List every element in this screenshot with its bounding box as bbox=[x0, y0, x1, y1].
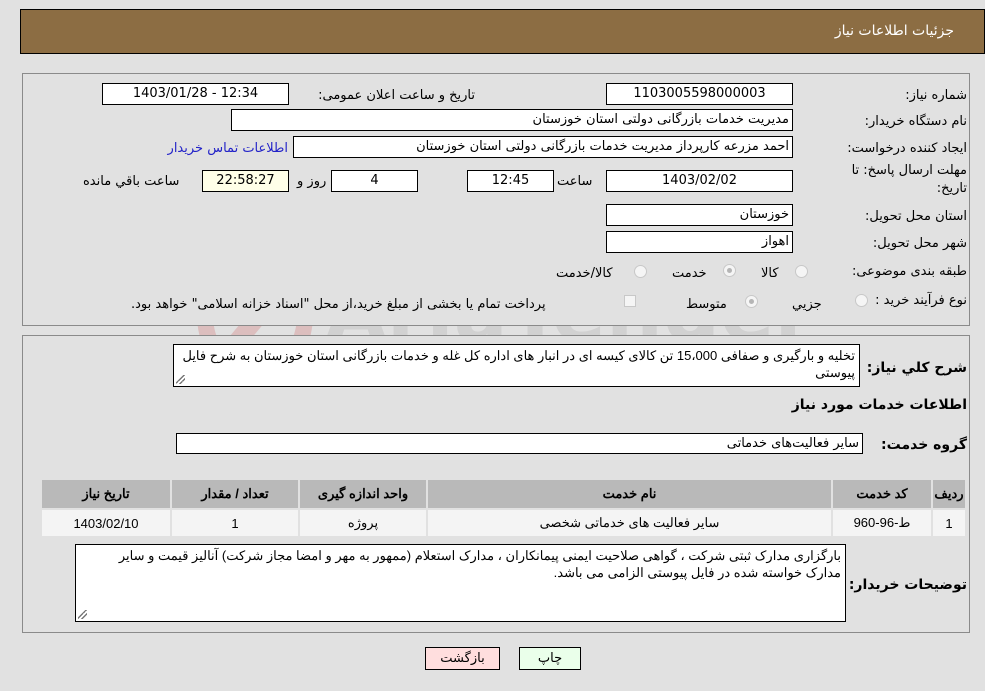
need-number-label: شماره نیاز: bbox=[905, 88, 967, 103]
col-header-unit: واحد اندازه گیری bbox=[298, 478, 428, 510]
days-label: روز و bbox=[297, 174, 327, 189]
delivery-province-field: خوزستان bbox=[606, 204, 793, 226]
page-title: جزئیات اطلاعات نیاز bbox=[834, 23, 954, 39]
purchase-option-medium: متوسط bbox=[686, 297, 727, 312]
resize-handle-icon[interactable] bbox=[176, 375, 185, 384]
resize-handle-icon[interactable] bbox=[78, 610, 87, 619]
cell-quantity: 1 bbox=[170, 508, 300, 538]
col-header-service-code: کد خدمت bbox=[831, 478, 933, 510]
description-label: شرح كلي نياز: bbox=[866, 360, 967, 376]
remaining-time-field: 22:58:27 bbox=[202, 170, 289, 192]
buyer-notes-label: توضیحات خریدار: bbox=[848, 577, 967, 593]
delivery-city-field: اهواز bbox=[606, 231, 793, 253]
category-label: طبقه بندی موضوعی: bbox=[851, 264, 967, 279]
delivery-province-label: استان محل تحویل: bbox=[865, 209, 967, 224]
col-header-quantity: تعداد / مقدار bbox=[170, 478, 300, 510]
category-radio-goods[interactable] bbox=[795, 265, 808, 278]
page-header: جزئیات اطلاعات نیاز bbox=[20, 9, 985, 54]
description-text: تخلیه و بارگیری و صفافی 15،000 تن کالای … bbox=[182, 348, 855, 380]
table-header-row: ردیف کد خدمت نام خدمت واحد اندازه گیری ت… bbox=[40, 478, 967, 510]
cell-row-number: 1 bbox=[931, 508, 967, 538]
category-option-service: خدمت bbox=[672, 266, 707, 281]
cell-service-name: سایر فعالیت های خدماتی شخصی bbox=[426, 508, 833, 538]
requester-field: احمد مزرعه کارپرداز مدیریت خدمات بازرگان… bbox=[293, 136, 793, 158]
deadline-date-field: 1403/02/02 bbox=[606, 170, 793, 192]
category-radio-service[interactable] bbox=[723, 264, 736, 277]
services-section-title: اطلاعات خدمات مورد نیاز bbox=[791, 397, 967, 413]
purchase-type-label: نوع فرآیند خرید : bbox=[875, 293, 967, 308]
deadline-label-line2: تاریخ: bbox=[936, 181, 967, 196]
announce-datetime-field: 1403/01/28 - 12:34 bbox=[102, 83, 289, 105]
back-button[interactable]: بازگشت bbox=[425, 647, 500, 670]
category-option-goods-service: کالا/خدمت bbox=[556, 266, 613, 281]
buyer-org-label: نام دستگاه خریدار: bbox=[864, 114, 967, 129]
print-button[interactable]: چاپ bbox=[519, 647, 581, 670]
category-option-goods: کالا bbox=[761, 266, 779, 281]
requester-label: ایجاد کننده درخواست: bbox=[847, 141, 967, 156]
purchase-radio-minor[interactable] bbox=[855, 294, 868, 307]
service-group-label: گروه خدمت: bbox=[881, 437, 967, 453]
deadline-time-field: 12:45 bbox=[467, 170, 554, 192]
remaining-label: ساعت باقي مانده bbox=[83, 174, 180, 189]
cell-need-date: 1403/02/10 bbox=[40, 508, 172, 538]
buyer-notes-text: بارگزاری مدارک ثبتی شرکت ، گواهی صلاحیت … bbox=[118, 548, 841, 580]
need-number-field: 1103005598000003 bbox=[606, 83, 793, 105]
treasury-checkbox[interactable] bbox=[624, 295, 636, 307]
services-table: ردیف کد خدمت نام خدمت واحد اندازه گیری ت… bbox=[40, 478, 967, 538]
purchase-radio-medium[interactable] bbox=[745, 295, 758, 308]
deadline-time-label: ساعت bbox=[557, 174, 593, 189]
col-header-service-name: نام خدمت bbox=[426, 478, 833, 510]
description-textarea[interactable]: تخلیه و بارگیری و صفافی 15،000 تن کالای … bbox=[173, 344, 860, 387]
announce-datetime-label: تاریخ و ساعت اعلان عمومی: bbox=[318, 88, 475, 103]
purchase-option-minor: جزيي bbox=[792, 297, 822, 312]
treasury-note: پرداخت تمام یا بخشی از مبلغ خرید،از محل … bbox=[131, 297, 546, 312]
category-radio-goods-service[interactable] bbox=[634, 265, 647, 278]
deadline-label: مهلت ارسال پاسخ: تا bbox=[851, 163, 967, 178]
buyer-org-field: مدیریت خدمات بازرگانی دولتی استان خوزستا… bbox=[231, 109, 793, 131]
remaining-days-field: 4 bbox=[331, 170, 418, 192]
cell-unit: پروژه bbox=[298, 508, 428, 538]
buyer-contact-link[interactable]: اطلاعات تماس خریدار bbox=[168, 141, 288, 156]
col-header-need-date: تاریخ نیاز bbox=[40, 478, 172, 510]
delivery-city-label: شهر محل تحویل: bbox=[872, 236, 967, 251]
cell-service-code: ط-96-960 bbox=[831, 508, 933, 538]
col-header-row-number: ردیف bbox=[931, 478, 967, 510]
buyer-notes-textarea[interactable]: بارگزاری مدارک ثبتی شرکت ، گواهی صلاحیت … bbox=[75, 544, 846, 622]
service-group-field: سایر فعالیت‌های خدماتی bbox=[176, 433, 863, 454]
table-row: 1 ط-96-960 سایر فعالیت های خدماتی شخصی پ… bbox=[40, 508, 967, 538]
